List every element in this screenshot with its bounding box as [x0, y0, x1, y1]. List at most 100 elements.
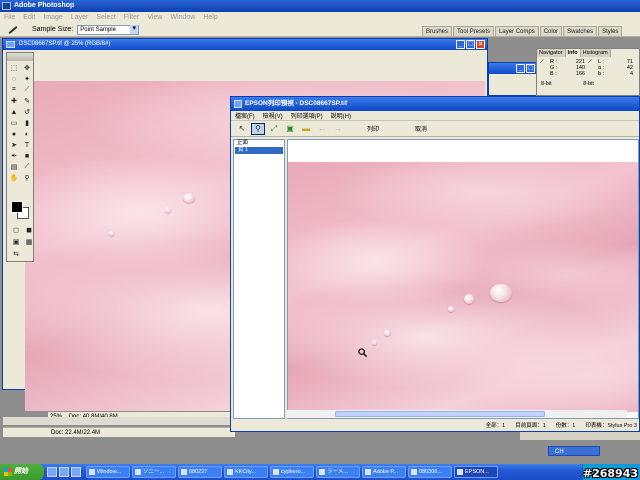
foreground-color-swatch[interactable]	[11, 201, 23, 213]
imageready-icon[interactable]: ⇆	[10, 249, 22, 259]
marquee-tool-icon[interactable]: ⬚	[8, 63, 20, 73]
taskbar: 開始 Window... ソニー... 080227 KKCity... cyp…	[0, 464, 640, 480]
taskbar-item[interactable]: Adobe P...	[362, 466, 406, 478]
eyedropper-tool-icon[interactable]	[6, 25, 20, 35]
toolbox: ⬚ ✥ ◌ ✦ ⌗ ⟋ ✚ ✎ ▲ ↺ ▭ ▮ ● ◐ ➤ T ✒ ■ ▤ ⟋ …	[6, 52, 34, 262]
folder-icon[interactable]: ▬	[299, 123, 313, 135]
quick-launch-icon[interactable]	[47, 467, 57, 477]
fit-page-icon[interactable]: ⤢	[267, 123, 281, 135]
epson-menu-print-options[interactable]: 列印選項(P)	[291, 111, 323, 120]
actual-size-icon[interactable]: ▣	[283, 123, 297, 135]
stamp-tool-icon[interactable]: ▲	[8, 107, 20, 117]
menu-edit[interactable]: Edit	[23, 14, 35, 21]
eyedropper-icon[interactable]: ⟋	[21, 162, 33, 172]
epson-menu-file[interactable]: 檔案(F)	[235, 111, 255, 120]
crop-tool-icon[interactable]: ⌗	[8, 85, 20, 95]
history-brush-icon[interactable]: ↺	[21, 107, 33, 117]
dodge-tool-icon[interactable]: ◐	[21, 129, 33, 139]
preview-area[interactable]	[287, 139, 639, 419]
taskbar-item[interactable]: ソニー...	[132, 466, 176, 478]
tab-navigator[interactable]: Navigator	[537, 49, 566, 57]
menu-layer[interactable]: Layer	[71, 14, 89, 21]
magnifier-cursor-icon	[358, 348, 367, 357]
menu-filter[interactable]: Filter	[124, 14, 140, 21]
taskbar-item[interactable]: 080306...	[408, 466, 452, 478]
taskbar-item[interactable]: cyphero...	[270, 466, 314, 478]
epson-titlebar[interactable]: EPSON列印預視 - DSC08667SP.tif	[231, 97, 639, 111]
prev-page-icon[interactable]: ←	[315, 123, 329, 135]
eraser-tool-icon[interactable]: ▭	[8, 118, 20, 128]
arrow-cursor-icon[interactable]: ↖	[235, 123, 249, 135]
page-list-item[interactable]: 頁 1	[235, 147, 283, 154]
epson-menu-view[interactable]: 檢視(V)	[263, 111, 283, 120]
tab-info[interactable]: Info	[565, 49, 581, 57]
epson-menu-help[interactable]: 說明(H)	[331, 111, 351, 120]
zoom-tool-icon[interactable]: ⚲	[21, 173, 33, 183]
quick-launch-icon[interactable]	[59, 467, 69, 477]
app-title: Adobe Photoshop	[14, 2, 75, 9]
notes-tool-icon[interactable]: ▤	[8, 162, 20, 172]
document-titlebar[interactable]: DSC08667SP.tif @ 25% (RGB/8#) _ □ ×	[3, 39, 487, 50]
quick-mask-icon[interactable]: ◻	[10, 225, 22, 235]
slice-tool-icon[interactable]: ⟋	[21, 85, 33, 95]
menu-view[interactable]: View	[147, 14, 162, 21]
maximize-button[interactable]: □	[526, 64, 535, 73]
sample-size-select[interactable]: Point Sample	[77, 24, 140, 35]
standard-mode-icon[interactable]: ◼	[23, 225, 35, 235]
info-palette: Navigator Info Histogram ⟋ R :221 ⟋ L :71 …	[536, 48, 640, 96]
maximize-button[interactable]: □	[466, 40, 475, 49]
brush-tool-icon[interactable]: ✎	[21, 96, 33, 106]
blur-tool-icon[interactable]: ●	[8, 129, 20, 139]
preview-image[interactable]	[288, 162, 638, 412]
tab-brushes[interactable]: Brushes	[422, 26, 453, 36]
scroll-thumb[interactable]	[335, 411, 545, 417]
hand-tool-icon[interactable]: ✋	[8, 173, 20, 183]
move-tool-icon[interactable]: ✥	[21, 63, 33, 73]
menu-image[interactable]: Image	[43, 14, 62, 21]
taskbar-item[interactable]: 080227	[178, 466, 222, 478]
minimize-button[interactable]: _	[456, 40, 465, 49]
taskbar-item[interactable]: KKCity...	[224, 466, 268, 478]
cancel-button[interactable]: 取消	[415, 124, 427, 133]
tab-swatches[interactable]: Swatches	[563, 26, 598, 36]
tab-layer-comps[interactable]: Layer Comps	[495, 26, 539, 36]
start-button[interactable]: 開始	[0, 464, 44, 480]
taskbar-item[interactable]: Window...	[86, 466, 130, 478]
taskbar-item-active[interactable]: EPSON...	[454, 466, 498, 478]
document-hscrollbar[interactable]	[3, 417, 235, 425]
language-bar[interactable]: CH	[548, 446, 600, 456]
pen-tool-icon[interactable]: ✒	[8, 151, 20, 161]
quick-launch-icon[interactable]	[71, 467, 81, 477]
water-drop	[183, 193, 195, 203]
quick-launch	[44, 467, 86, 477]
fullscreen-mode-icon[interactable]: ▦	[23, 237, 35, 247]
next-page-icon[interactable]: →	[331, 123, 345, 135]
menu-select[interactable]: Select	[96, 14, 115, 21]
minimize-button[interactable]: _	[516, 64, 525, 73]
preview-hscrollbar[interactable]	[287, 410, 627, 418]
tab-tool-presets[interactable]: Tool Presets	[453, 26, 495, 36]
info-value: 166	[575, 71, 585, 77]
healing-brush-icon[interactable]: ✚	[8, 96, 20, 106]
lasso-tool-icon[interactable]: ◌	[8, 74, 20, 84]
tab-histogram[interactable]: Histogram	[580, 49, 611, 57]
tab-styles[interactable]: Styles	[598, 26, 623, 36]
app-titlebar: Adobe Photoshop	[0, 0, 640, 12]
menu-help[interactable]: Help	[203, 14, 217, 21]
taskbar-item[interactable]: ラーメ...	[316, 466, 360, 478]
magic-wand-tool-icon[interactable]: ✦	[21, 74, 33, 84]
path-select-icon[interactable]: ➤	[8, 140, 20, 150]
menu-window[interactable]: Window	[170, 14, 195, 21]
print-button[interactable]: 列印	[367, 124, 379, 133]
toolbox-header[interactable]	[7, 53, 33, 61]
gradient-tool-icon[interactable]: ▮	[21, 118, 33, 128]
epson-menubar: 檔案(F) 檢視(V) 列印選項(P) 說明(H)	[231, 111, 639, 121]
menu-file[interactable]: File	[4, 14, 15, 21]
screen-mode-icon[interactable]: ▣	[10, 237, 22, 247]
type-tool-icon[interactable]: T	[21, 140, 33, 150]
close-button[interactable]: ×	[476, 40, 485, 49]
menubar: File Edit Image Layer Select Filter View…	[0, 12, 640, 23]
zoom-icon[interactable]: ⚲	[251, 122, 265, 135]
shape-tool-icon[interactable]: ■	[21, 151, 33, 161]
tab-color[interactable]: Color	[539, 26, 563, 36]
